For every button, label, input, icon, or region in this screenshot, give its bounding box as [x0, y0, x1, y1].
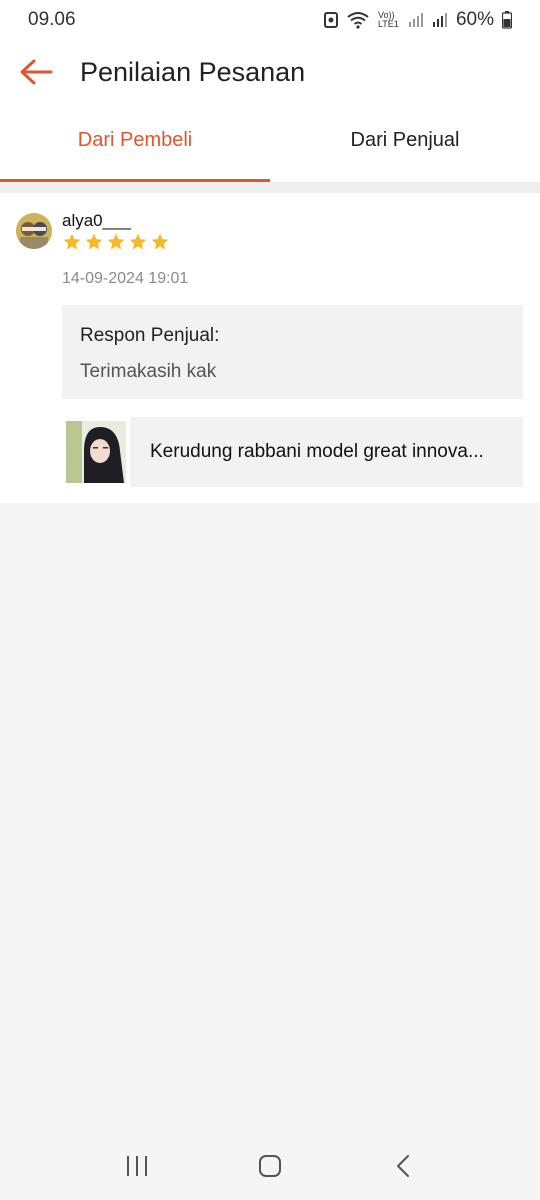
- star-icon: [63, 233, 81, 250]
- review-tabs: Dari Pembeli Dari Penjual: [0, 104, 540, 182]
- product-thumbnail: [62, 417, 130, 487]
- signal-icon-2: [432, 13, 447, 27]
- review-date: 14-09-2024 19:01: [62, 270, 189, 287]
- seller-response-text: Terimakasih kak: [80, 361, 217, 382]
- seller-response-label: Respon Penjual:: [80, 325, 220, 346]
- recent-apps-button[interactable]: [112, 1141, 162, 1191]
- back-button[interactable]: [0, 40, 70, 104]
- back-arrow-icon: [20, 59, 53, 85]
- recent-apps-icon: [126, 1156, 147, 1176]
- back-chevron-icon: [397, 1155, 410, 1177]
- network-label: Vo)) LTE1: [377, 10, 399, 29]
- product-name: Kerudung rabbani model great innova...: [150, 441, 484, 462]
- star-icon: [107, 233, 125, 250]
- tab-from-buyer[interactable]: Dari Pembeli: [0, 104, 270, 182]
- star-icon: [85, 233, 103, 250]
- tab-from-seller[interactable]: Dari Penjual: [270, 104, 540, 182]
- review-card: alya0___ 14-09-2024 19:01 Respon Penjual…: [0, 193, 540, 503]
- app-header: Penilaian Pesanan: [0, 40, 540, 104]
- back-nav-button[interactable]: [378, 1141, 428, 1191]
- battery-percent: 60%: [455, 9, 494, 30]
- star-icon: [129, 233, 147, 250]
- seller-response: Respon Penjual: Terimakasih kak: [62, 305, 523, 399]
- battery-icon: [502, 11, 512, 29]
- status-time: 09.06: [28, 9, 76, 30]
- wifi-icon: [347, 12, 369, 29]
- status-icons: Vo)) LTE1 60%: [323, 9, 512, 31]
- home-icon: [258, 1155, 281, 1177]
- signal-icon: [408, 13, 423, 27]
- product-card[interactable]: Kerudung rabbani model great innova...: [62, 417, 523, 487]
- section-divider: [0, 182, 540, 193]
- star-icon: [151, 233, 169, 250]
- reviewer-username: alya0___: [62, 211, 132, 230]
- status-bar: 09.06 Vo)) LTE1 60%: [0, 0, 540, 40]
- notification-icon: [323, 12, 338, 28]
- home-button[interactable]: [245, 1141, 295, 1191]
- product-image: [66, 421, 126, 483]
- page-title: Penilaian Pesanan: [80, 56, 306, 87]
- star-rating: [62, 232, 170, 252]
- system-nav-bar: [0, 1132, 540, 1200]
- avatar: [16, 213, 52, 249]
- avatar-image: [16, 213, 52, 249]
